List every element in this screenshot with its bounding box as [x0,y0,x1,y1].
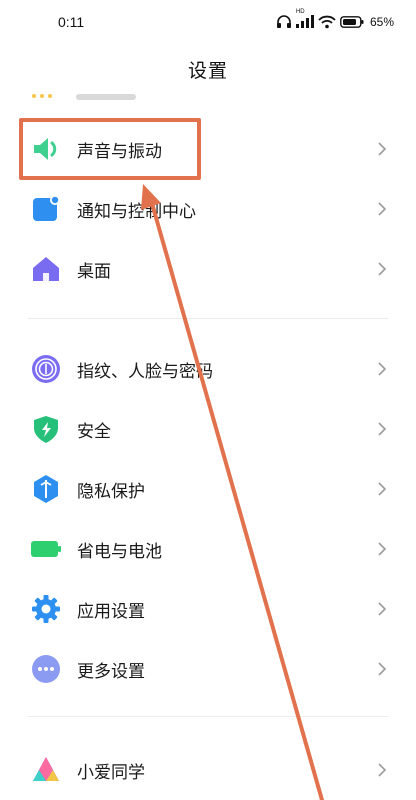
cut-off-label [76,94,136,100]
signal-icon: HD [295,9,314,29]
home-icon [30,253,62,285]
settings-item-privacy[interactable]: 隐私保护 [0,459,416,519]
xiaoai-icon [30,754,62,786]
settings-item-fingerprint[interactable]: 指纹、人脸与密码 [0,339,416,399]
chevron-right-icon [376,760,388,780]
chevron-right-icon [376,659,388,679]
annotation-highlight-box [19,118,201,180]
wifi-icon [318,15,336,29]
chevron-right-icon [376,479,388,499]
group-divider [28,716,388,717]
settings-item-desktop[interactable]: 桌面 [0,239,416,299]
settings-item-label: 更多设置 [77,662,145,682]
status-icons: HD 65% [276,9,394,32]
settings-item-label: 桌面 [77,262,111,282]
privacy-icon [30,473,62,505]
chevron-right-icon [376,139,388,159]
settings-item-xiaoai[interactable]: 小爱同学 [0,740,416,800]
battery-icon [30,533,62,565]
notification-icon [30,193,62,225]
settings-item-notifications[interactable]: 通知与控制中心 [0,179,416,239]
headphones-icon [276,15,292,29]
status-time: 0:11 [58,14,85,30]
chevron-right-icon [376,259,388,279]
battery-percent: 65% [369,15,394,29]
cut-off-list-item[interactable] [30,88,150,102]
network-badge: HD [295,9,305,15]
chevron-right-icon [376,359,388,379]
fingerprint-icon [30,353,62,385]
settings-item-label: 隐私保护 [77,482,145,502]
settings-item-more[interactable]: 更多设置 [0,639,416,699]
status-bar: 0:11 HD 65% [0,0,416,48]
group-divider [28,318,388,319]
chevron-right-icon [376,599,388,619]
settings-item-label: 通知与控制中心 [77,202,196,222]
settings-item-app-settings[interactable]: 应用设置 [0,579,416,639]
battery-icon-status [340,16,364,28]
chevron-right-icon [376,199,388,219]
settings-item-label: 指纹、人脸与密码 [77,362,213,382]
chevron-right-icon [376,539,388,559]
settings-item-label: 省电与电池 [77,542,162,562]
settings-item-label: 小爱同学 [77,763,145,783]
gear-icon [30,593,62,625]
chevron-right-icon [376,419,388,439]
settings-item-battery[interactable]: 省电与电池 [0,519,416,579]
page-title: 设置 [187,60,228,82]
settings-item-label: 应用设置 [77,602,145,622]
settings-item-label: 安全 [77,422,111,442]
shield-icon [30,413,62,445]
more-icon [30,653,62,685]
settings-item-security[interactable]: 安全 [0,399,416,459]
sun-icon [32,94,52,100]
